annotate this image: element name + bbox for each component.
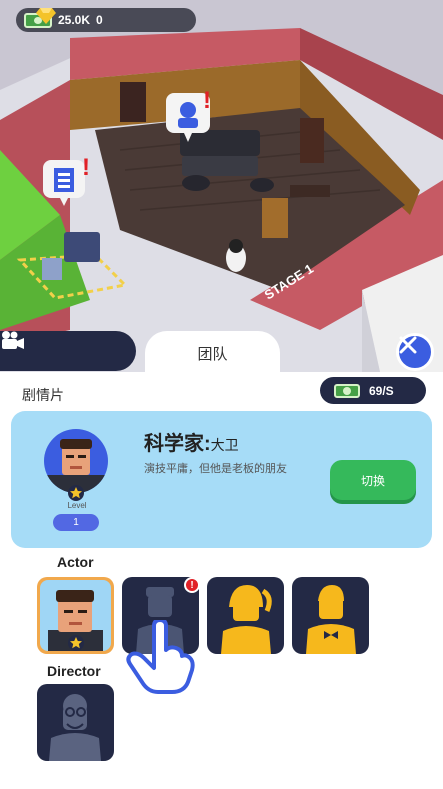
switch-button[interactable]: 切换 xyxy=(330,460,416,500)
income-rate-badge: 69/S xyxy=(320,377,426,404)
game-scene[interactable]: STAGE 1 ! ! 25.0K 0 团队 xyxy=(0,0,443,372)
tab-studio[interactable] xyxy=(0,331,136,371)
cash-amount: 25.0K xyxy=(58,13,91,27)
female-silhouette-icon xyxy=(221,585,272,654)
actor-slot-1[interactable] xyxy=(37,577,114,654)
movie-camera-icon xyxy=(2,331,24,349)
section-title: 剧情片 xyxy=(22,387,64,403)
gem-icon xyxy=(36,8,56,24)
actor-name: 大卫 xyxy=(210,437,239,453)
team-panel: 剧情片 69/S Level 1 科学家:大卫 演技平庸，但他是老板的朋友 切换… xyxy=(0,372,443,789)
role-description: 演技平庸，但他是老板的朋友 xyxy=(144,463,287,475)
level-label: Level xyxy=(67,501,87,510)
svg-text:!: ! xyxy=(203,87,211,114)
director-slot-1[interactable] xyxy=(37,684,114,761)
svg-text:!: ! xyxy=(82,154,90,181)
male-silhouette-icon xyxy=(306,585,356,654)
actor-portrait-icon xyxy=(44,439,108,493)
tab-team[interactable]: 团队 xyxy=(145,331,280,372)
director-silhouette-icon xyxy=(49,694,101,761)
level-value: 1 xyxy=(53,514,99,531)
role-name: 科学家:大卫 xyxy=(144,427,239,456)
actor-slot-4[interactable] xyxy=(292,577,369,654)
studio-map: STAGE 1 ! ! xyxy=(0,0,443,372)
gem-amount: 0 xyxy=(96,13,103,27)
switch-button-label: 切换 xyxy=(360,473,385,488)
close-icon xyxy=(399,336,417,354)
actor-group-label: Actor xyxy=(57,554,94,570)
star-icon xyxy=(68,635,84,651)
currency-hud: 25.0K 0 xyxy=(16,8,196,32)
close-button[interactable] xyxy=(396,333,434,371)
actor-slot-3[interactable] xyxy=(207,577,284,654)
star-icon xyxy=(68,485,84,501)
tutorial-pointer-hand-icon xyxy=(126,620,195,694)
actor-avatar xyxy=(44,429,108,493)
alert-badge: ! xyxy=(184,577,200,593)
income-rate: 69/S xyxy=(369,383,394,398)
role-info-card: Level 1 科学家:大卫 演技平庸，但他是老板的朋友 切换 xyxy=(11,411,432,548)
role-title: 科学家: xyxy=(144,433,211,455)
cash-icon xyxy=(334,383,360,398)
tab-team-label: 团队 xyxy=(197,345,228,363)
director-group-label: Director xyxy=(47,663,101,679)
